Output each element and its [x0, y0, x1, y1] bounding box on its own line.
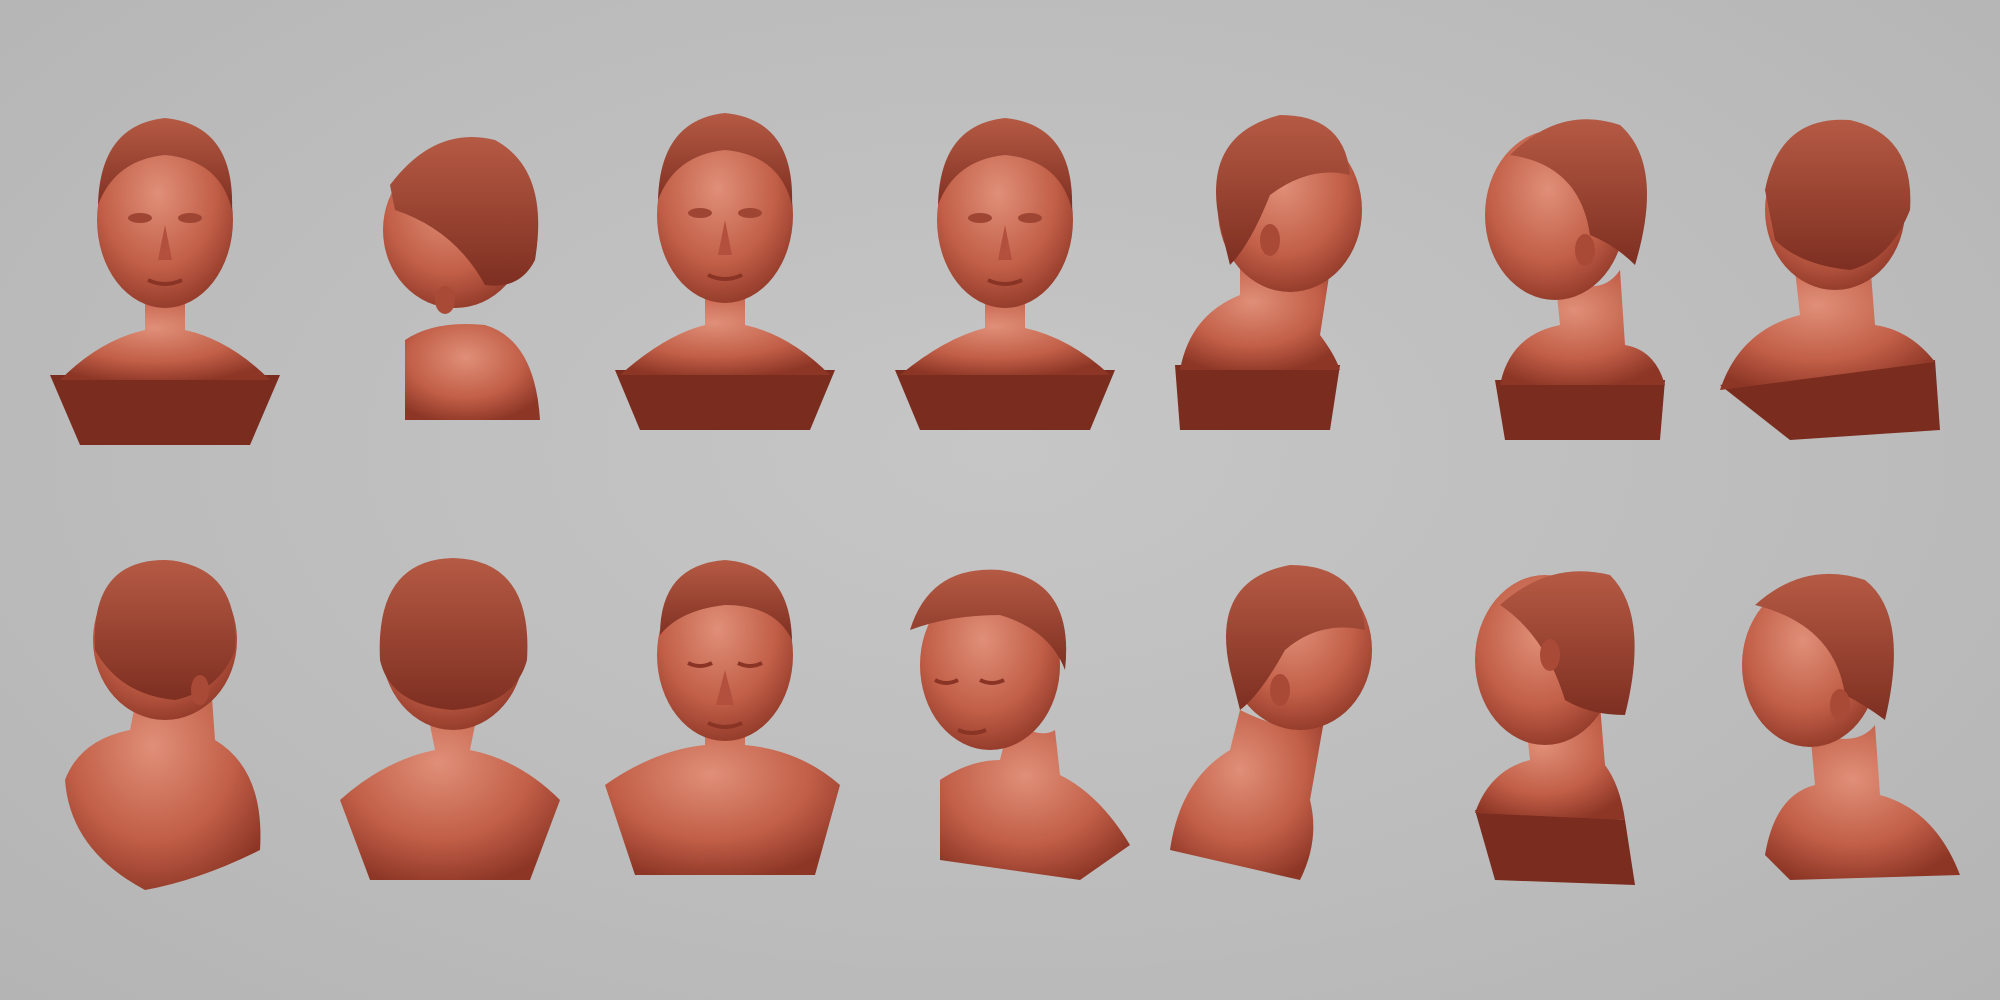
bust-left-profile-icon	[383, 137, 540, 420]
bust-back-three-quarter-icon	[1475, 571, 1635, 885]
bust-view-front-2	[595, 95, 845, 475]
bust-view-back	[325, 550, 575, 930]
bust-back-icon	[340, 558, 560, 880]
bust-left-profile-icon	[1742, 573, 1960, 880]
bust-view-back-three-quarter-1	[1700, 100, 1950, 480]
bust-left-profile-icon	[1485, 119, 1665, 440]
bust-view-left-profile-2	[1725, 555, 1975, 935]
bust-view-right-back-2	[1160, 550, 1410, 930]
bust-view-front-3	[880, 100, 1130, 480]
bust-back-three-quarter-icon	[1175, 115, 1362, 430]
bust-front-icon	[910, 569, 1130, 880]
turnaround-sheet	[0, 0, 2000, 1000]
bust-back-three-quarter-icon	[65, 560, 261, 890]
bust-back-three-quarter-icon	[1720, 119, 1940, 440]
bust-view-left-profile	[1440, 95, 1690, 475]
bust-front-icon	[605, 560, 840, 875]
bust-view-three-quarter-down	[880, 560, 1130, 940]
bust-view-left-back	[1450, 555, 1700, 935]
bust-view-right-back	[1160, 95, 1410, 475]
bust-front-icon	[615, 113, 835, 430]
bust-back-three-quarter-icon	[1170, 565, 1372, 880]
bust-front-icon	[895, 118, 1115, 430]
bust-view-front-1	[40, 100, 290, 480]
bust-view-front-looking-down	[600, 555, 850, 935]
bust-view-back-three-quarter-2	[50, 550, 300, 930]
bust-view-left-profile-down	[335, 110, 585, 490]
bust-front-icon	[50, 118, 280, 445]
